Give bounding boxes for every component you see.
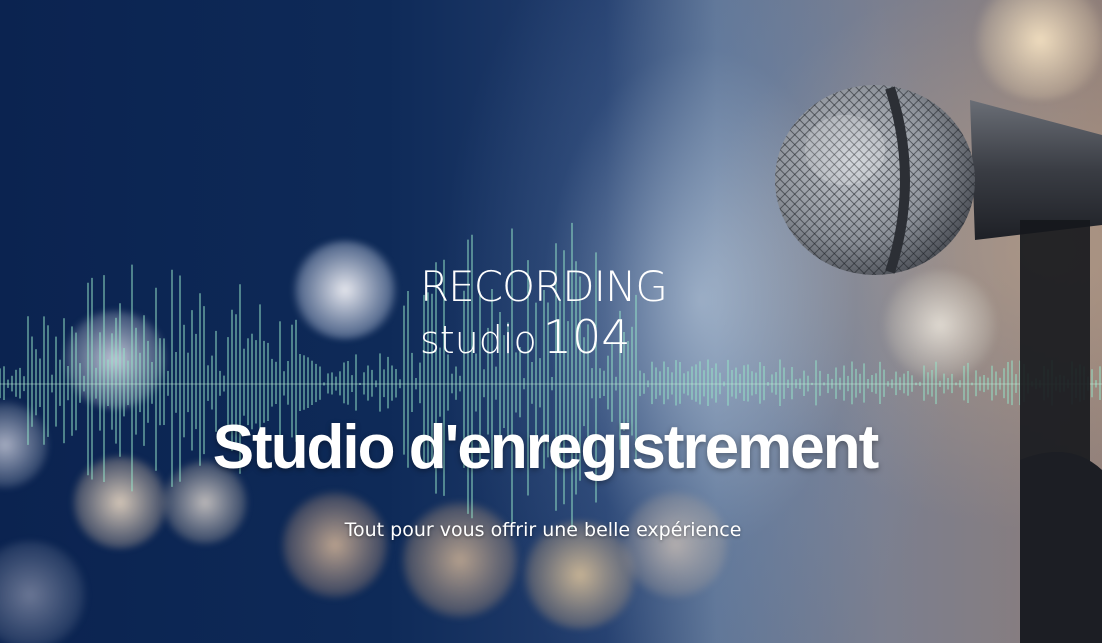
hero-tagline: Tout pour vous offrir une belle expérien… (344, 519, 742, 541)
logo-studio-text: studio 104 (420, 314, 680, 360)
studio-logo: RECORDING studio 104 (420, 262, 680, 361)
logo-studio-number: 104 (542, 310, 631, 364)
logo-recording-text: RECORDING (420, 262, 668, 311)
hero-banner: RECORDING studio 104 Studio d'enregistrem… (0, 0, 1102, 643)
logo-studio-word: studio (420, 318, 537, 362)
microphone-icon (775, 85, 1102, 643)
hero-heading: Studio d'enregistrement (212, 413, 880, 482)
